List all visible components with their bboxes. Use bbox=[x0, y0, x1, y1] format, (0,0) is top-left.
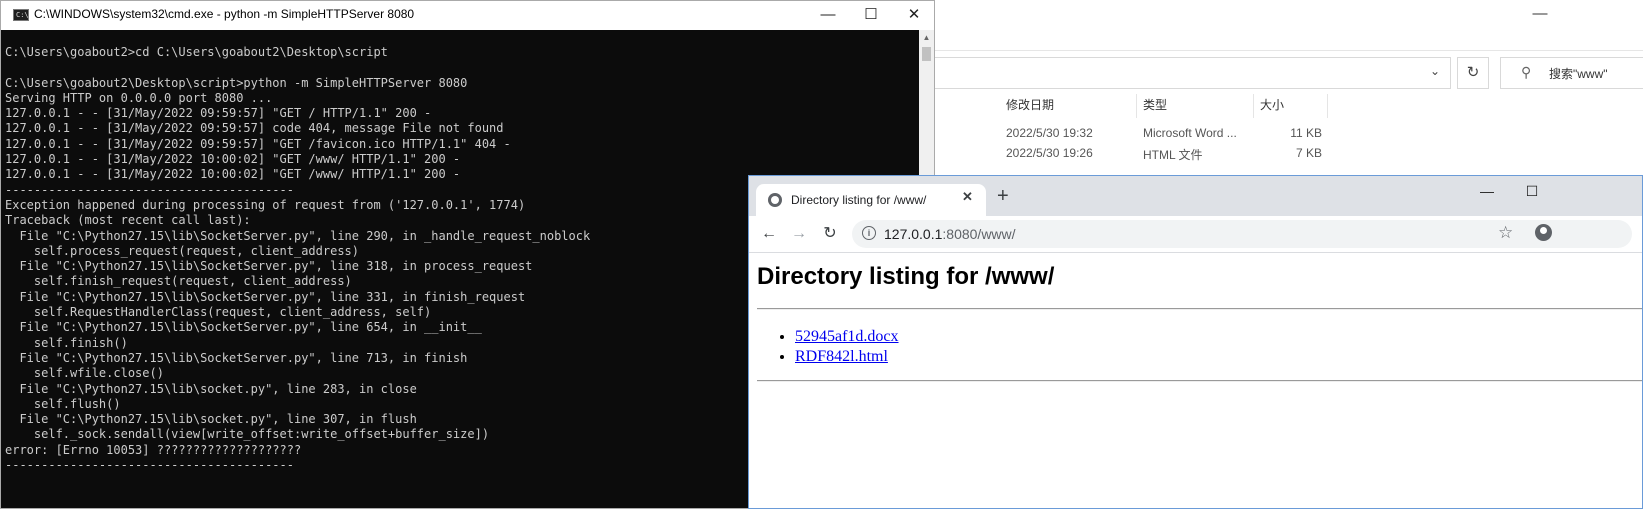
cmd-minimize-button[interactable]: — bbox=[808, 3, 848, 27]
tab-directory-listing[interactable]: Directory listing for /www/ ✕ bbox=[756, 184, 986, 216]
browser-toolbar: ← → ↻ i 127.0.0.1:8080/www/ ☆ bbox=[749, 216, 1642, 253]
file-link[interactable]: 52945af1d.docx bbox=[795, 328, 899, 345]
tab-title: Directory listing for /www/ bbox=[791, 193, 927, 207]
file-modified-date: 2022/5/30 19:32 bbox=[1006, 126, 1093, 140]
new-tab-button[interactable]: + bbox=[997, 186, 1009, 206]
explorer-search-box[interactable]: ⚲ 搜索"www" bbox=[1500, 57, 1643, 89]
cmd-window-title: C:\WINDOWS\system32\cmd.exe - python -m … bbox=[34, 7, 415, 21]
back-button[interactable]: ← bbox=[758, 223, 780, 245]
explorer-address-bar[interactable]: ⌄ bbox=[935, 57, 1451, 89]
file-size: 7 KB bbox=[1295, 146, 1322, 160]
cmd-app-icon[interactable]: C:\ bbox=[13, 9, 29, 21]
horizontal-rule bbox=[757, 380, 1642, 382]
explorer-refresh-button[interactable]: ↻ bbox=[1457, 57, 1489, 89]
cmd-maximize-button[interactable]: ☐ bbox=[851, 3, 891, 27]
url-text: 127.0.0.1:8080/www/ bbox=[884, 226, 1016, 242]
explorer-minimize-button[interactable]: — bbox=[1520, 2, 1560, 26]
page-heading: Directory listing for /www/ bbox=[757, 263, 1055, 290]
list-item: RDF842l.html bbox=[795, 347, 899, 367]
scrollbar-thumb[interactable] bbox=[922, 47, 931, 61]
cmd-titlebar[interactable]: C:\ C:\WINDOWS\system32\cmd.exe - python… bbox=[1, 1, 934, 30]
profile-avatar-icon[interactable] bbox=[1535, 224, 1552, 241]
globe-icon bbox=[768, 193, 782, 207]
address-bar[interactable]: i 127.0.0.1:8080/www/ ☆ bbox=[852, 220, 1632, 248]
forward-button[interactable]: → bbox=[788, 223, 810, 245]
reload-button[interactable]: ↻ bbox=[819, 223, 841, 245]
browser-maximize-button[interactable]: ☐ bbox=[1512, 180, 1552, 202]
search-placeholder: 搜索"www" bbox=[1549, 67, 1608, 81]
explorer-divider bbox=[935, 50, 1643, 51]
cmd-close-button[interactable]: ✕ bbox=[894, 3, 934, 27]
column-header-type[interactable]: 类型 bbox=[1137, 94, 1254, 118]
chevron-down-icon[interactable]: ⌄ bbox=[1430, 64, 1440, 78]
tab-strip: Directory listing for /www/ ✕ + — ☐ bbox=[749, 176, 1642, 216]
console-text: C:\Users\goabout2>cd C:\Users\goabout2\D… bbox=[5, 45, 591, 473]
file-type: Microsoft Word ... bbox=[1143, 126, 1237, 140]
search-icon: ⚲ bbox=[1521, 64, 1532, 80]
url-host: 127.0.0.1 bbox=[884, 226, 943, 242]
url-path: :8080/www/ bbox=[942, 226, 1016, 242]
column-header-date[interactable]: 修改日期 bbox=[1000, 94, 1137, 118]
page-content: Directory listing for /www/ 52945af1d.do… bbox=[749, 253, 1642, 508]
browser-window: Directory listing for /www/ ✕ + — ☐ ← → … bbox=[748, 175, 1643, 509]
column-header-size[interactable]: 大小 bbox=[1254, 94, 1328, 118]
file-type: HTML 文件 bbox=[1143, 148, 1203, 162]
file-modified-date: 2022/5/30 19:26 bbox=[1006, 146, 1093, 160]
file-size: 11 KB bbox=[1290, 126, 1322, 140]
info-icon[interactable]: i bbox=[862, 226, 876, 240]
browser-minimize-button[interactable]: — bbox=[1467, 180, 1507, 202]
close-tab-icon[interactable]: ✕ bbox=[962, 189, 973, 205]
file-list: 52945af1d.docx RDF842l.html bbox=[757, 327, 899, 367]
file-link[interactable]: RDF842l.html bbox=[795, 348, 888, 365]
bookmark-star-icon[interactable]: ☆ bbox=[1498, 223, 1513, 243]
list-item: 52945af1d.docx bbox=[795, 327, 899, 347]
horizontal-rule bbox=[757, 308, 1642, 310]
scroll-up-arrow-icon[interactable]: ▲ bbox=[919, 30, 934, 46]
